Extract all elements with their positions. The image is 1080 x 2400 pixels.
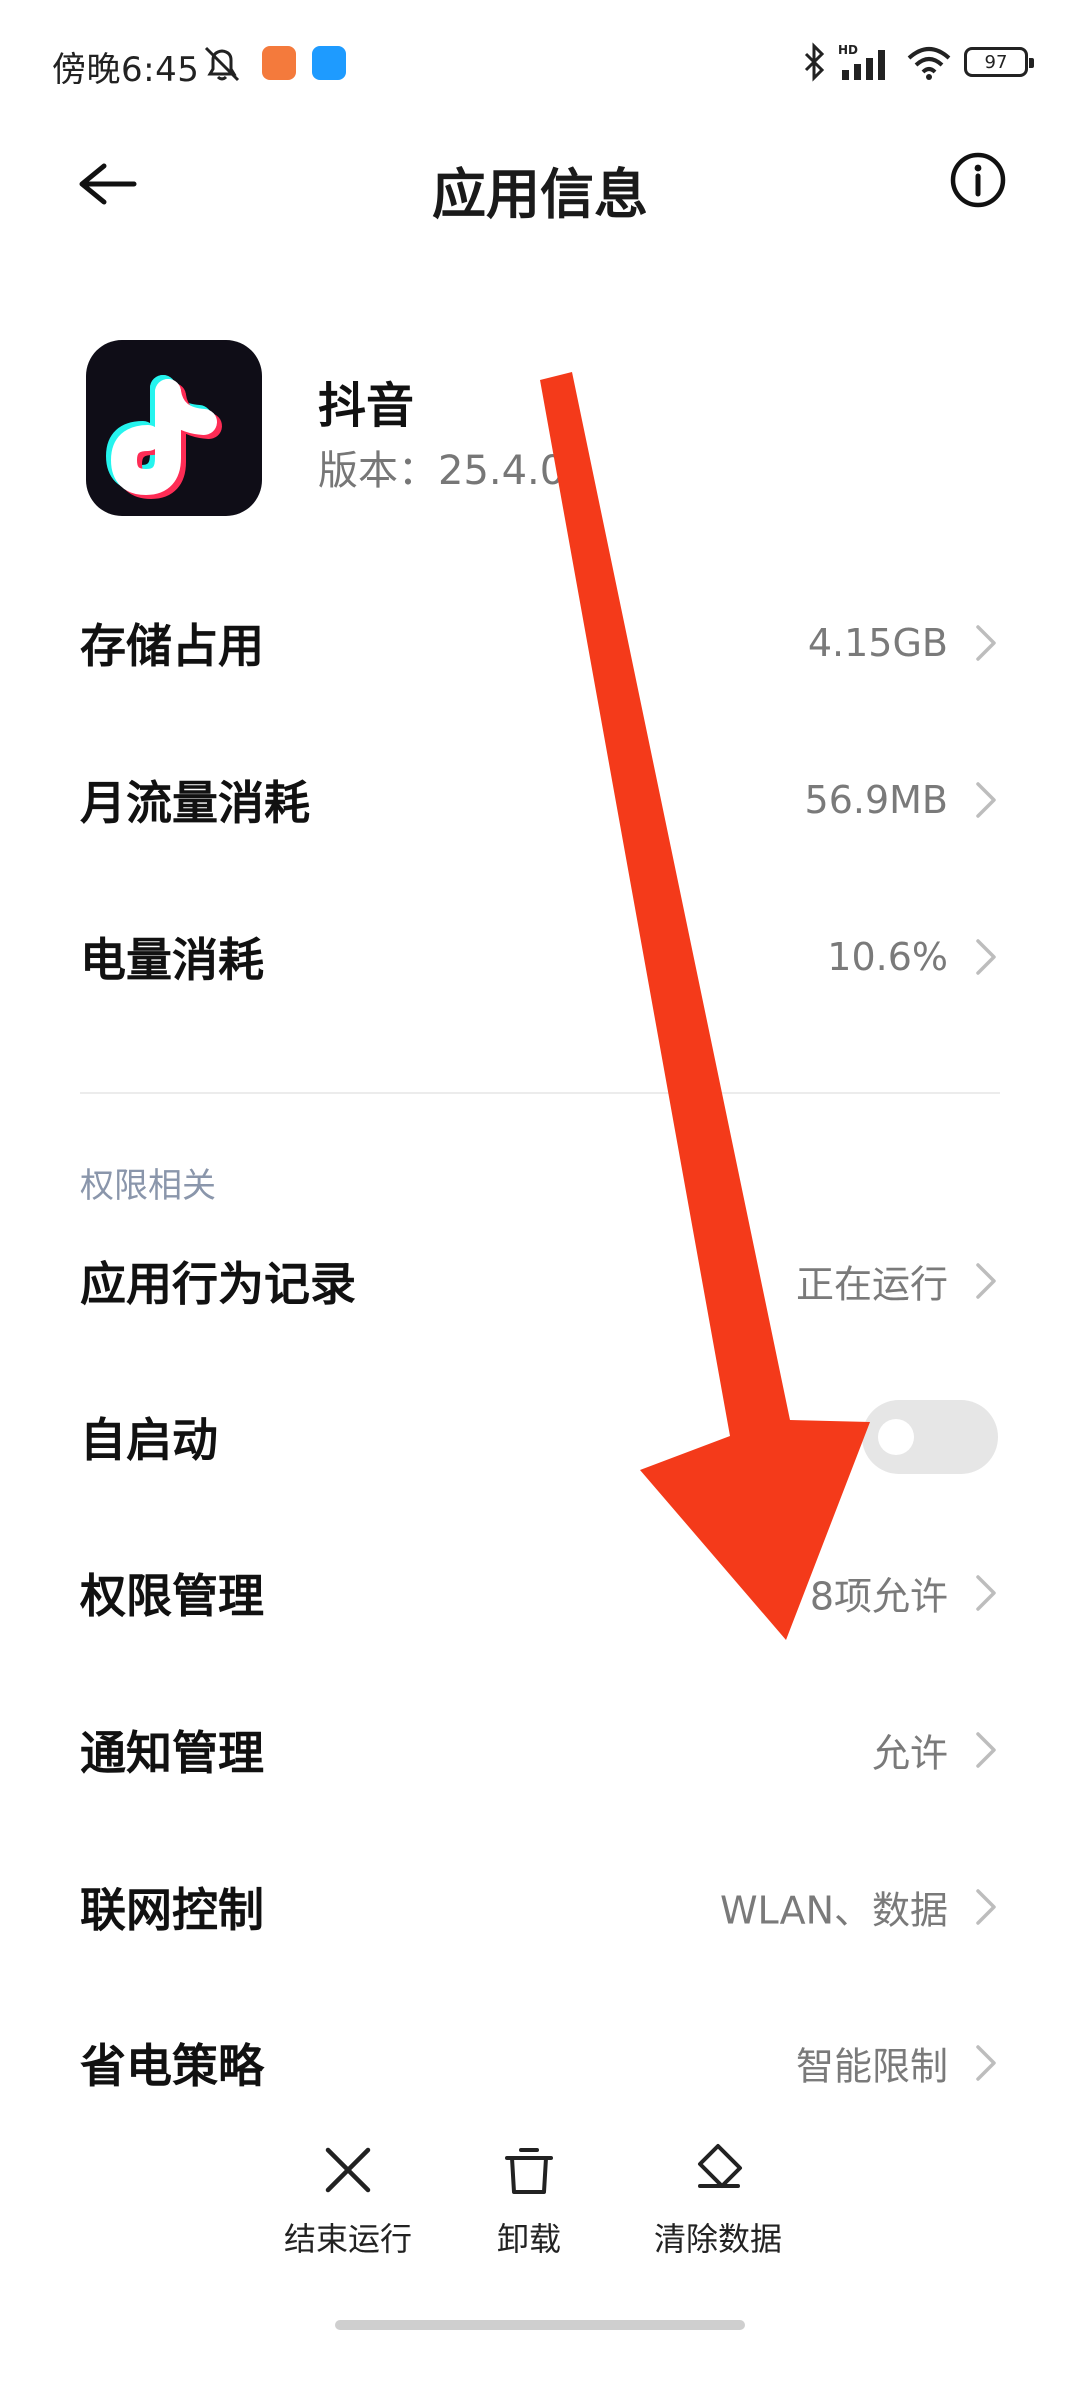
chevron-right-icon (976, 939, 996, 975)
shopping-app-notification-icon (262, 46, 296, 80)
battery-indicator: 97 (964, 47, 1034, 77)
action-label: 结束运行 (283, 2220, 412, 2258)
battery-level: 97 (984, 51, 1008, 73)
message-app-notification-icon (312, 46, 346, 80)
row-label: 电量消耗 (80, 933, 264, 987)
row-value: 4.15GB (807, 621, 948, 665)
bluetooth-icon (804, 42, 825, 82)
autostart-toggle[interactable] (862, 1400, 998, 1474)
permission-management-row[interactable]: 权限管理 8项允许 (0, 1518, 1080, 1668)
row-value: WLAN、数据 (719, 1888, 948, 1933)
force-stop-button[interactable]: 结束运行 (258, 2140, 438, 2260)
section-title: 权限相关 (80, 1166, 216, 1206)
row-label: 权限管理 (80, 1569, 264, 1623)
app-bar: 应用信息 (0, 130, 1080, 240)
status-bar: 傍晚6:45 HD 97 (0, 0, 1080, 130)
notification-management-row[interactable]: 通知管理 允许 (0, 1675, 1080, 1825)
chevron-right-icon (976, 1732, 996, 1768)
bell-mute-icon (204, 46, 240, 82)
chevron-right-icon (976, 1889, 996, 1925)
power-saving-policy-row[interactable]: 省电策略 智能限制 (0, 1988, 1080, 2138)
network-type-label: HD (838, 43, 858, 57)
trash-icon (505, 2148, 553, 2194)
eraser-icon (698, 2144, 742, 2188)
clear-data-button[interactable]: 清除数据 (628, 2140, 808, 2260)
app-name: 抖音 (318, 378, 415, 434)
section-divider (80, 1092, 1000, 1094)
network-control-row[interactable]: 联网控制 WLAN、数据 (0, 1832, 1080, 1982)
row-value: 10.6% (827, 935, 948, 979)
toggle-knob (878, 1419, 914, 1455)
chevron-right-icon (976, 782, 996, 818)
chevron-right-icon (976, 1575, 996, 1611)
row-label: 联网控制 (80, 1883, 264, 1937)
gesture-home-bar[interactable] (335, 2320, 745, 2330)
action-label: 卸载 (496, 2220, 561, 2258)
row-label: 月流量消耗 (80, 776, 310, 830)
row-value: 正在运行 (795, 1262, 948, 1307)
status-time: 傍晚6:45 (52, 50, 200, 90)
uninstall-button[interactable]: 卸载 (439, 2140, 619, 2260)
battery-usage-row[interactable]: 电量消耗 10.6% (0, 882, 1080, 1032)
row-label: 自启动 (80, 1413, 218, 1467)
app-version: 版本：25.4.0 (318, 448, 566, 494)
row-label: 通知管理 (80, 1726, 264, 1780)
row-value: 允许 (871, 1731, 948, 1776)
chevron-right-icon (976, 1263, 996, 1299)
cellular-signal-icon: HD (838, 43, 885, 80)
app-icon (86, 340, 262, 516)
storage-row[interactable]: 存储占用 4.15GB (0, 568, 1080, 718)
status-indicators: HD 97 (802, 40, 1034, 84)
row-label: 应用行为记录 (80, 1257, 356, 1311)
row-label: 省电策略 (80, 2039, 264, 2093)
chevron-right-icon (976, 2045, 996, 2081)
close-icon (325, 2147, 371, 2193)
wifi-icon (907, 47, 951, 80)
row-value: 智能限制 (795, 2044, 948, 2089)
page-title: 应用信息 (432, 163, 648, 226)
app-behavior-record-row[interactable]: 应用行为记录 正在运行 (0, 1206, 1080, 1356)
autostart-row: 自启动 (0, 1362, 1080, 1512)
row-value: 56.9MB (804, 778, 948, 822)
action-label: 清除数据 (653, 2220, 782, 2258)
row-value: 8项允许 (809, 1574, 948, 1619)
chevron-right-icon (976, 625, 996, 661)
row-label: 存储占用 (80, 619, 264, 673)
data-usage-row[interactable]: 月流量消耗 56.9MB (0, 725, 1080, 875)
music-note-logo-icon (105, 375, 222, 500)
info-icon[interactable] (948, 150, 1008, 210)
